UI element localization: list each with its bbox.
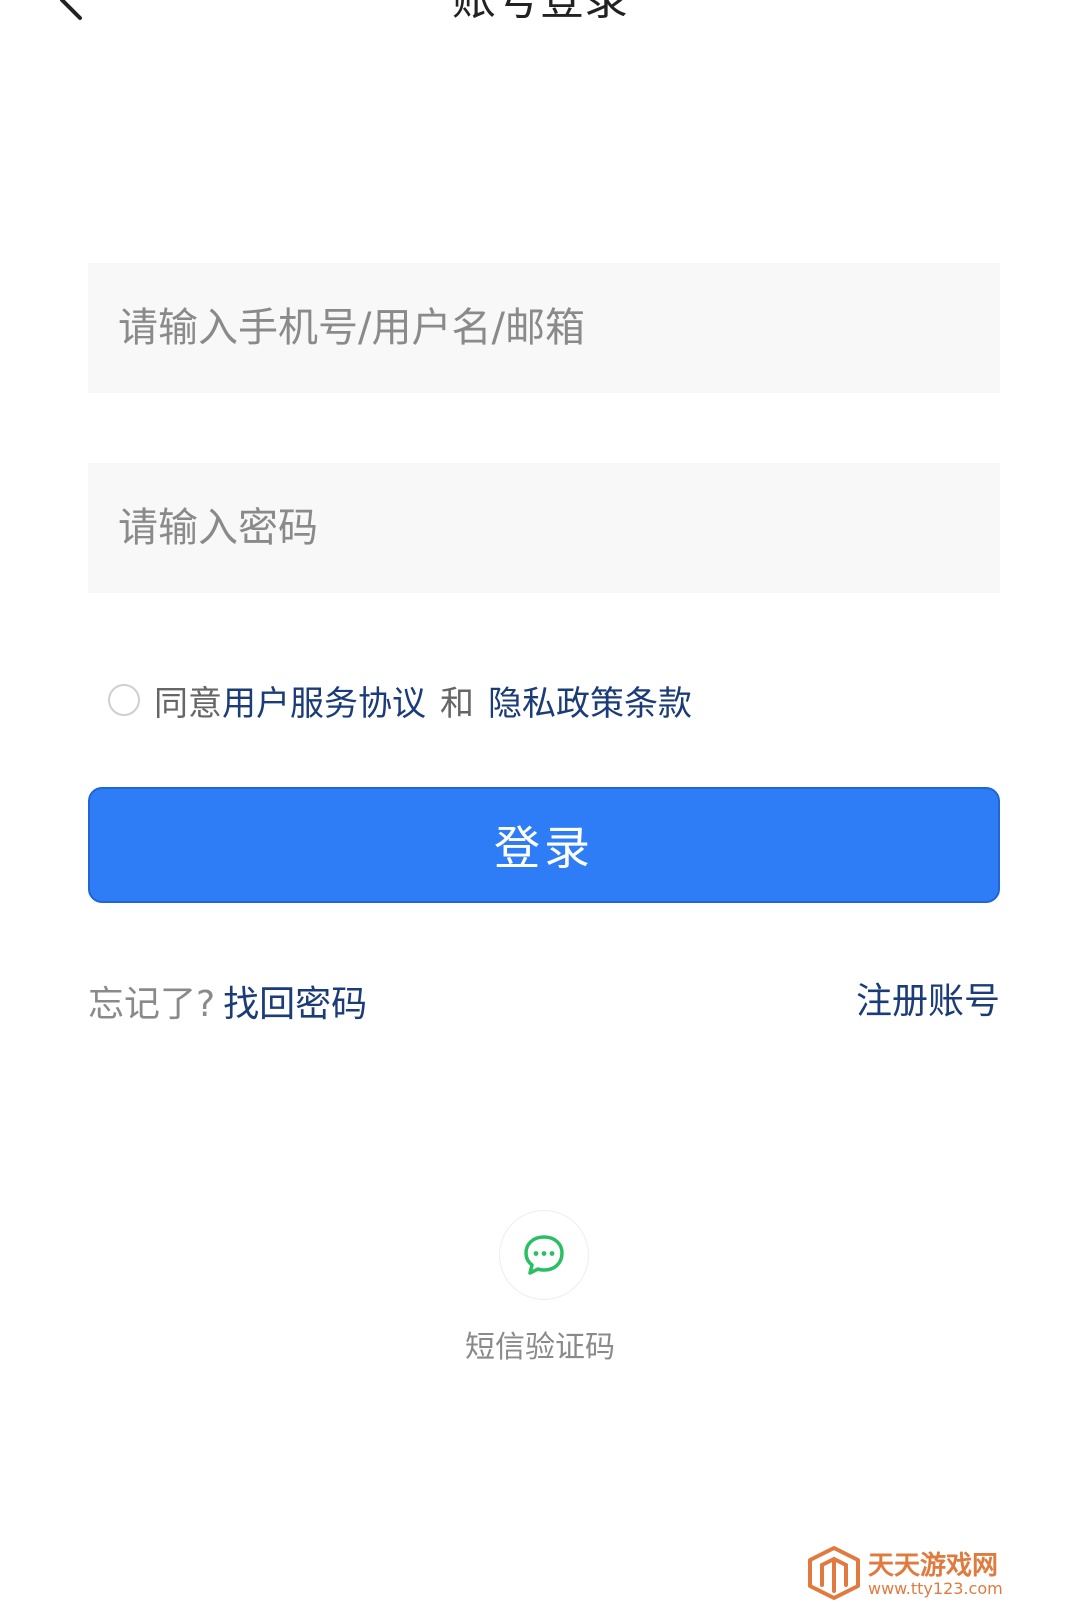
sms-login-button[interactable]: [499, 1210, 589, 1300]
register-account-link[interactable]: 注册账号: [856, 972, 1000, 1024]
forgot-password-row: 忘记了? 找回密码: [88, 975, 367, 1027]
agreement-row: 同意 用户服务协议 和 隐私政策条款: [108, 676, 692, 725]
recover-password-link[interactable]: 找回密码: [223, 984, 367, 1025]
password-input[interactable]: [88, 463, 1000, 593]
account-input[interactable]: [88, 263, 1000, 393]
agreement-and: 和: [440, 683, 474, 724]
agreement-prefix: 同意: [154, 683, 222, 724]
watermark-logo-icon: [808, 1546, 860, 1600]
forgot-prefix: 忘记了?: [88, 984, 216, 1025]
sms-login-label: 短信验证码: [465, 1330, 615, 1365]
agreement-radio[interactable]: [108, 684, 140, 716]
login-button[interactable]: 登录: [88, 787, 1000, 903]
watermark: 天天游戏网 www.tty123.com: [806, 1545, 1046, 1605]
watermark-url: www.tty123.com: [868, 1579, 1003, 1598]
chat-bubble-icon: [524, 1235, 564, 1275]
page-title: 账号登录: [0, 0, 1080, 22]
watermark-name: 天天游戏网: [868, 1551, 999, 1581]
user-agreement-link[interactable]: 用户服务协议: [222, 676, 426, 725]
privacy-policy-link[interactable]: 隐私政策条款: [488, 676, 692, 725]
